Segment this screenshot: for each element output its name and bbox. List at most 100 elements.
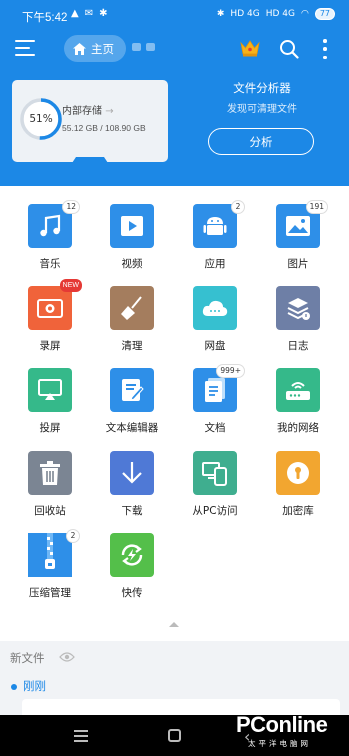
menu-icon[interactable] [15,40,35,58]
grid-item-label: 音乐 [39,258,61,270]
grid-item-label: 投屏 [39,422,61,434]
count-badge: 2 [231,200,245,214]
timeline-dot [11,684,17,690]
grid-item-android[interactable]: 2 应用 [180,200,250,271]
status-right: ✱ HD 4G HD 4G ◠ 77 [217,8,335,20]
internal-storage-card[interactable]: 51% 内部存储 → 55.12 GB / 108.90 GB [12,80,168,163]
count-badge: 191 [305,200,328,214]
trash-icon [28,451,72,495]
grid-item-label: 压缩管理 [29,587,71,599]
grid-item-label: 文本编辑器 [105,422,159,434]
grid-item-label: 录屏 [39,340,61,352]
analyzer-title: 文件分析器 [233,81,291,95]
grid-item-document[interactable]: 999+ 文档 [180,364,250,435]
quick-transfer-icon [110,533,154,577]
log-icon [276,286,320,330]
grid-item-cast[interactable]: 投屏 [15,368,85,435]
zip-icon: 2 [28,529,80,577]
status-time: 下午5:42 [22,12,68,24]
count-badge: 999+ [216,364,245,378]
router-icon [276,368,320,412]
grid-item-label: 从PC访问 [192,505,238,517]
more-options-icon[interactable] [322,39,328,59]
window-indicators[interactable] [132,43,155,51]
asterisk-icon: ✱ [99,8,108,19]
grid-item-label: 清理 [121,340,143,352]
grid-item-image[interactable]: 191 图片 [263,200,333,271]
count-badge: 2 [66,529,80,543]
record-icon: NEW [28,279,82,330]
grid-item-download[interactable]: 下载 [97,451,167,518]
grid-item-broom[interactable]: 清理 [97,286,167,353]
storage-label: 内部存储 [62,106,102,117]
image-icon: 191 [276,200,328,248]
grid-item-video[interactable]: 视频 [97,204,167,271]
card-notch-decoration [12,157,168,163]
grid-item-label: 我的网络 [277,422,319,434]
storage-size: 55.12 GB / 108.90 GB [62,123,146,133]
mail-icon: ✉ [84,8,94,19]
top-toolbar: 主页 [0,31,349,67]
grid-item-trash[interactable]: 回收站 [15,451,85,518]
home-tab[interactable]: 主页 [64,35,126,62]
signal-icon-2: HD 4G [265,9,295,19]
home-icon [73,42,86,55]
grid-item-vault[interactable]: 加密库 [263,451,333,518]
cast-icon [28,368,72,412]
storage-label-row: 内部存储 → [62,102,114,117]
text-editor-icon [110,368,154,412]
grid-item-label: 文档 [204,422,226,434]
alert-icon: ▲ [71,8,79,19]
home-nav-icon[interactable] [168,729,181,742]
music-icon: 12 [28,200,80,248]
analyze-button[interactable]: 分析 [208,128,314,155]
grid-item-label: 网盘 [204,340,226,352]
grid-item-cloud-drive[interactable]: 网盘 [180,286,250,353]
recent-group-label: 刚刚 [23,679,46,693]
document-icon: 999+ [193,364,245,412]
grid-item-label: 下载 [121,505,143,517]
grid-item-label: 加密库 [282,505,314,517]
watermark-subtitle: 太平洋电脑网 [248,739,311,748]
analyzer-subtitle: 发现可清理文件 [227,104,297,115]
download-icon [110,451,154,495]
cloud-drive-icon [193,286,237,330]
video-icon [110,204,154,248]
broom-icon [110,286,154,330]
recent-apps-icon[interactable] [74,730,88,742]
grid-item-label: 快传 [121,587,143,599]
pc-access-icon [193,451,237,495]
bluetooth-icon: ✱ [216,9,225,19]
grid-item-label: 图片 [287,258,309,270]
grid-item-pc-access[interactable]: 从PC访问 [180,451,250,518]
eye-icon[interactable] [59,652,75,662]
android-icon: 2 [193,200,245,248]
new-files-title: 新文件 [10,651,45,665]
grid-item-router[interactable]: 我的网络 [263,368,333,435]
grid-item-label: 日志 [287,340,309,352]
wifi-icon: ◠ [300,9,309,19]
grid-item-music[interactable]: 12 音乐 [15,200,85,271]
vault-icon [276,451,320,495]
count-badge: 12 [62,200,80,214]
grid-item-text-editor[interactable]: 文本编辑器 [97,368,167,435]
notification-icons: ▲ ✉ ✱ [71,8,107,19]
search-icon[interactable] [279,39,299,59]
grid-item-label: 应用 [204,258,226,270]
collapse-arrow-icon[interactable] [169,622,179,627]
storage-percent: 51% [29,113,53,125]
watermark-logo: PConline [236,712,328,737]
signal-icon-1: HD 4G [230,9,260,19]
battery-indicator: 77 [314,8,335,20]
home-tab-label: 主页 [91,41,114,56]
grid-item-log[interactable]: 日志 [263,286,333,353]
grid-item-zip[interactable]: 2 压缩管理 [15,529,85,600]
grid-item-record[interactable]: NEW 录屏 [15,279,85,353]
crown-icon[interactable] [240,39,260,57]
new-badge: NEW [59,279,82,292]
grid-item-label: 视频 [121,258,143,270]
arrow-right-icon: → [105,106,114,117]
status-bar: 下午5:42 ▲ ✉ ✱ ✱ HD 4G HD 4G ◠ 77 [0,0,349,30]
grid-item-quick-transfer[interactable]: 快传 [97,533,167,600]
grid-item-label: 回收站 [34,505,66,517]
